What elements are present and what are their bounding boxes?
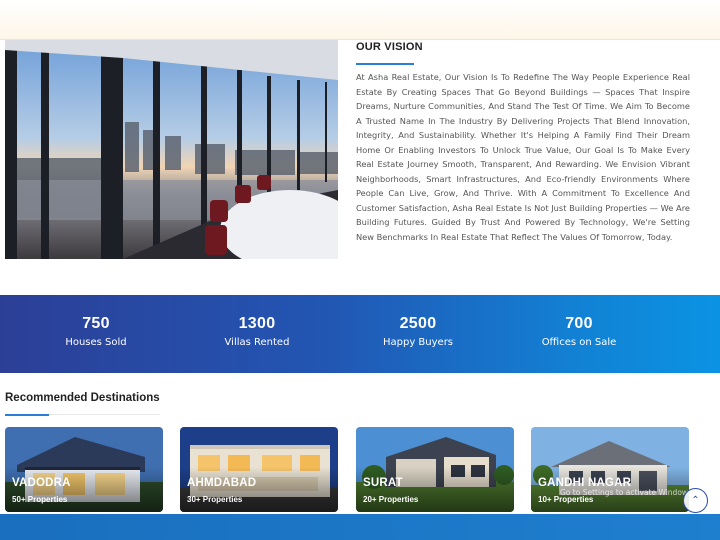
destinations-divider <box>49 414 160 415</box>
office-illustration <box>5 40 338 259</box>
card-title: AHMDABAD <box>187 477 257 489</box>
card-property-count: 30+ Properties <box>187 495 243 504</box>
destination-card-vadodra[interactable]: VADODRA 50+ Properties <box>5 427 163 512</box>
stat-value: 700 <box>565 315 593 332</box>
card-title: SURAT <box>363 477 403 489</box>
destinations-title-underline <box>5 414 49 416</box>
chevron-up-icon: ⌃ <box>691 494 700 506</box>
destinations-title: Recommended Destinations <box>5 392 160 404</box>
destination-card-gandhi-nagar[interactable]: GANDHI NAGAR 10+ Properties <box>531 427 689 512</box>
stat-houses-sold: 750 Houses Sold <box>16 295 176 348</box>
vision-section: OUR VISION At Asha Real Estate, Our Visi… <box>0 40 720 282</box>
destination-card-surat[interactable]: SURAT 20+ Properties <box>356 427 514 512</box>
stat-label: Happy Buyers <box>382 337 454 348</box>
activation-watermark: Go to Settings to activate Windows. <box>560 488 695 497</box>
header-band <box>0 0 720 40</box>
stat-value: 2500 <box>399 315 437 332</box>
stat-value: 750 <box>82 315 110 332</box>
vision-title-underline <box>356 63 414 65</box>
stat-label: Villas Rented <box>224 337 290 348</box>
vision-body: At Asha Real Estate, Our Vision Is To Re… <box>356 72 690 242</box>
vision-title: OUR VISION <box>356 41 423 53</box>
card-shade <box>356 467 514 512</box>
stat-label: Houses Sold <box>65 337 127 348</box>
card-shade <box>180 467 338 512</box>
stat-label: Offices on Sale <box>541 337 617 348</box>
stat-value: 1300 <box>238 315 276 332</box>
card-title: VADODRA <box>12 477 71 489</box>
stat-villas-rented: 1300 Villas Rented <box>177 295 337 348</box>
stats-band: 750 Houses Sold 1300 Villas Rented 2500 … <box>0 295 720 373</box>
scroll-to-top-button[interactable]: ⌃ <box>683 488 708 513</box>
footer-band <box>0 514 720 540</box>
office-photo <box>5 40 338 259</box>
destination-card-ahmdabad[interactable]: AHMDABAD 30+ Properties <box>180 427 338 512</box>
card-shade <box>5 467 163 512</box>
card-property-count: 50+ Properties <box>12 495 68 504</box>
stat-offices-on-sale: 700 Offices on Sale <box>499 295 659 348</box>
stat-happy-buyers: 2500 Happy Buyers <box>338 295 498 348</box>
card-property-count: 20+ Properties <box>363 495 419 504</box>
